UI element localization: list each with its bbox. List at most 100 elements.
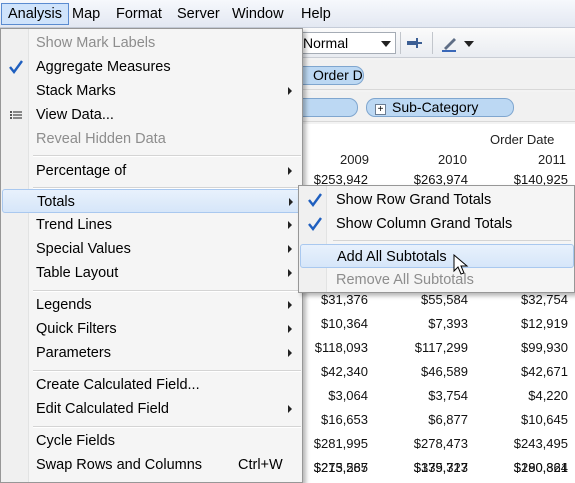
menu-item-show-mark-labels[interactable]: Show Mark Labels bbox=[2, 31, 302, 55]
fit-dropdown-value: Normal bbox=[303, 35, 349, 51]
menu-item-label: Aggregate Measures bbox=[36, 59, 171, 75]
menu-item-label: Cycle Fields bbox=[36, 433, 115, 449]
table-cell[interactable]: $117,299 bbox=[388, 340, 468, 355]
menu-item-label: Table Layout bbox=[36, 265, 119, 281]
menu-item-table-layout[interactable]: Table Layout bbox=[2, 261, 302, 285]
totals-submenu: Show Row Grand Totals Show Column Grand … bbox=[298, 185, 575, 293]
check-icon bbox=[308, 193, 322, 207]
menu-item-label: Trend Lines bbox=[36, 217, 113, 233]
menu-analysis[interactable]: Analysis bbox=[1, 3, 69, 25]
submenu-item-remove-all-subtotals[interactable]: Remove All Subtotals bbox=[300, 268, 574, 292]
menu-separator bbox=[33, 187, 301, 189]
menu-item-label: Show Mark Labels bbox=[36, 35, 156, 51]
pen-icon[interactable] bbox=[440, 33, 460, 53]
menu-item-stack-marks[interactable]: Stack Marks bbox=[2, 79, 302, 103]
table-cell[interactable]: $4,220 bbox=[488, 388, 568, 403]
sub-category-pill-label: Sub-Category bbox=[392, 99, 479, 115]
menu-item-label: Edit Calculated Field bbox=[36, 401, 169, 417]
menu-item-label: Add All Subtotals bbox=[337, 249, 447, 265]
columns-shelf: Order Da.. bbox=[290, 60, 575, 90]
menu-server[interactable]: Server bbox=[171, 3, 226, 25]
menu-item-aggregate-measures[interactable]: Aggregate Measures bbox=[2, 55, 302, 79]
year-header: 2009 bbox=[340, 152, 369, 167]
submenu-item-show-row-grand-totals[interactable]: Show Row Grand Totals bbox=[300, 188, 574, 212]
menu-item-create-calculated-field[interactable]: Create Calculated Field... bbox=[2, 373, 302, 397]
table-cell[interactable]: $7,393 bbox=[388, 316, 468, 331]
analysis-menu: Show Mark Labels Aggregate Measures Stac… bbox=[0, 28, 303, 483]
chevron-right-icon bbox=[288, 405, 292, 413]
mouse-pointer-icon bbox=[453, 254, 469, 275]
menu-item-label: Reveal Hidden Data bbox=[36, 131, 166, 147]
menu-item-quick-filters[interactable]: Quick Filters bbox=[2, 317, 302, 341]
menu-item-parameters[interactable]: Parameters bbox=[2, 341, 302, 365]
table-cell[interactable]: $278,473 bbox=[388, 436, 468, 451]
year-header: 2011 bbox=[538, 152, 566, 167]
chevron-right-icon bbox=[288, 167, 292, 175]
menu-item-label: Percentage of bbox=[36, 163, 127, 179]
menu-help[interactable]: Help bbox=[295, 3, 337, 25]
order-date-pill-label: Order Da.. bbox=[313, 67, 363, 83]
chevron-right-icon bbox=[288, 301, 292, 309]
check-icon bbox=[308, 217, 322, 231]
sub-category-pill[interactable]: + Sub-Category bbox=[366, 98, 514, 117]
menu-item-edit-calculated-field[interactable]: Edit Calculated Field bbox=[2, 397, 302, 421]
menu-separator bbox=[33, 426, 301, 428]
check-icon bbox=[9, 60, 23, 74]
table-cell[interactable]: $10,645 bbox=[488, 412, 568, 427]
table-cell[interactable]: $46,589 bbox=[388, 364, 468, 379]
menu-separator bbox=[33, 370, 301, 372]
chevron-right-icon bbox=[288, 245, 292, 253]
menu-item-label: Show Row Grand Totals bbox=[336, 192, 492, 208]
menu-map[interactable]: Map bbox=[66, 3, 106, 25]
table-cell[interactable]: $3,754 bbox=[388, 388, 468, 403]
toolbar-divider bbox=[432, 32, 433, 54]
chevron-right-icon bbox=[288, 269, 292, 277]
table-cell[interactable]: $243,495 bbox=[488, 436, 568, 451]
menu-item-swap-rows-columns[interactable]: Swap Rows and Columns Ctrl+W bbox=[2, 453, 302, 477]
submenu-item-show-column-grand-totals[interactable]: Show Column Grand Totals bbox=[300, 212, 574, 236]
expand-icon[interactable]: + bbox=[375, 104, 386, 115]
menu-window[interactable]: Window bbox=[226, 3, 290, 25]
submenu-item-add-all-subtotals[interactable]: Add All Subtotals bbox=[300, 244, 574, 268]
menu-bar: Analysis Map Format Server Window Help bbox=[0, 0, 575, 28]
menu-item-label: Show Column Grand Totals bbox=[336, 216, 513, 232]
year-header: 2010 bbox=[438, 152, 467, 167]
chevron-right-icon bbox=[288, 221, 292, 229]
column-header-order-date: Order Date bbox=[490, 132, 555, 147]
chevron-right-icon bbox=[288, 349, 292, 357]
menu-item-label: Swap Rows and Columns bbox=[36, 457, 203, 473]
chevron-right-icon bbox=[288, 87, 292, 95]
chevron-down-icon[interactable] bbox=[464, 41, 474, 47]
menu-separator bbox=[333, 240, 571, 241]
table-cell[interactable]: $42,671 bbox=[488, 364, 568, 379]
chevron-right-icon bbox=[288, 325, 292, 333]
menu-format[interactable]: Format bbox=[110, 3, 168, 25]
table-cell[interactable]: $55,584 bbox=[388, 292, 468, 307]
fit-dropdown[interactable]: Normal bbox=[296, 32, 396, 54]
menu-item-label: View Data... bbox=[36, 107, 114, 123]
menu-item-percentage-of[interactable]: Percentage of bbox=[2, 159, 302, 183]
table-cell[interactable]: $32,754 bbox=[488, 292, 568, 307]
table-cell[interactable]: $99,930 bbox=[488, 340, 568, 355]
menu-item-totals[interactable]: Totals bbox=[2, 189, 302, 213]
table-cell[interactable]: $12,919 bbox=[488, 316, 568, 331]
menu-item-view-data[interactable]: View Data... bbox=[2, 103, 302, 127]
menu-item-trend-lines[interactable]: Trend Lines bbox=[2, 213, 302, 237]
menu-item-legends[interactable]: Legends bbox=[2, 293, 302, 317]
toolbar-divider bbox=[400, 32, 401, 54]
menu-item-cycle-fields[interactable]: Cycle Fields bbox=[2, 429, 302, 453]
table-cell[interactable]: $280,821 bbox=[488, 460, 568, 475]
table-icon bbox=[10, 111, 22, 119]
table-cell[interactable]: $6,877 bbox=[388, 412, 468, 427]
menu-separator bbox=[33, 155, 301, 157]
menu-item-special-values[interactable]: Special Values bbox=[2, 237, 302, 261]
menu-item-reveal-hidden-data[interactable]: Reveal Hidden Data bbox=[2, 127, 302, 151]
menu-item-label: Special Values bbox=[36, 241, 131, 257]
menu-item-label: Legends bbox=[36, 297, 92, 313]
menu-item-label: Stack Marks bbox=[36, 83, 116, 99]
shortcut-label: Ctrl+W bbox=[238, 457, 283, 473]
pin-icon[interactable] bbox=[405, 33, 423, 53]
table-cell[interactable]: $339,713 bbox=[388, 460, 468, 475]
chevron-right-icon bbox=[289, 198, 293, 206]
chevron-down-icon bbox=[381, 41, 391, 47]
